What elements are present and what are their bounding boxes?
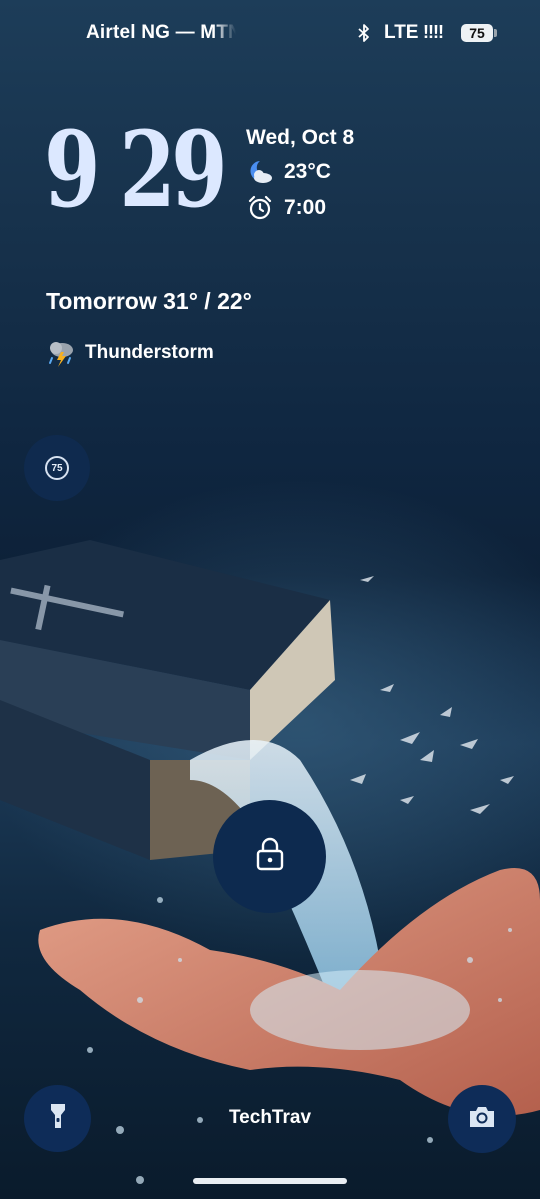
camera-button[interactable]: [448, 1085, 516, 1153]
alarm-clock-icon: [246, 194, 274, 222]
battery-tip: [494, 29, 497, 37]
home-gesture-bar[interactable]: [193, 1178, 347, 1184]
network-type: LTE: [384, 22, 419, 43]
temperature-label: 23°C: [284, 160, 331, 183]
battery-badge: 75: [45, 456, 69, 480]
lock-icon: [255, 836, 285, 877]
camera-icon: [467, 1105, 497, 1134]
carrier-name: Airtel NG — MTN: [86, 22, 236, 43]
condition-label: Thunderstorm: [85, 342, 214, 363]
unlock-button[interactable]: [213, 800, 326, 913]
tomorrow-forecast[interactable]: Tomorrow 31° / 22°: [46, 288, 252, 315]
lock-screen-clock[interactable]: 9 29: [44, 118, 228, 222]
next-alarm[interactable]: 7:00: [246, 194, 354, 222]
date-label: Wed, Oct 8: [246, 126, 355, 149]
current-weather[interactable]: 23°C: [246, 158, 354, 186]
alarm-time: 7:00: [284, 196, 327, 219]
thunderstorm-icon: [46, 338, 76, 368]
clock-side-info: Wed, Oct 8 23°C 7:00: [246, 126, 354, 222]
battery-status-button[interactable]: 75: [24, 435, 90, 501]
bluetooth-icon: [357, 24, 371, 47]
signal-strength: !!!!: [423, 22, 444, 42]
status-bar: Airtel NG — MTN LTE !!!! 75: [0, 18, 540, 48]
battery-level: 75: [461, 24, 493, 42]
partly-cloudy-night-icon: [246, 158, 274, 186]
weather-condition[interactable]: Thunderstorm: [46, 338, 214, 368]
